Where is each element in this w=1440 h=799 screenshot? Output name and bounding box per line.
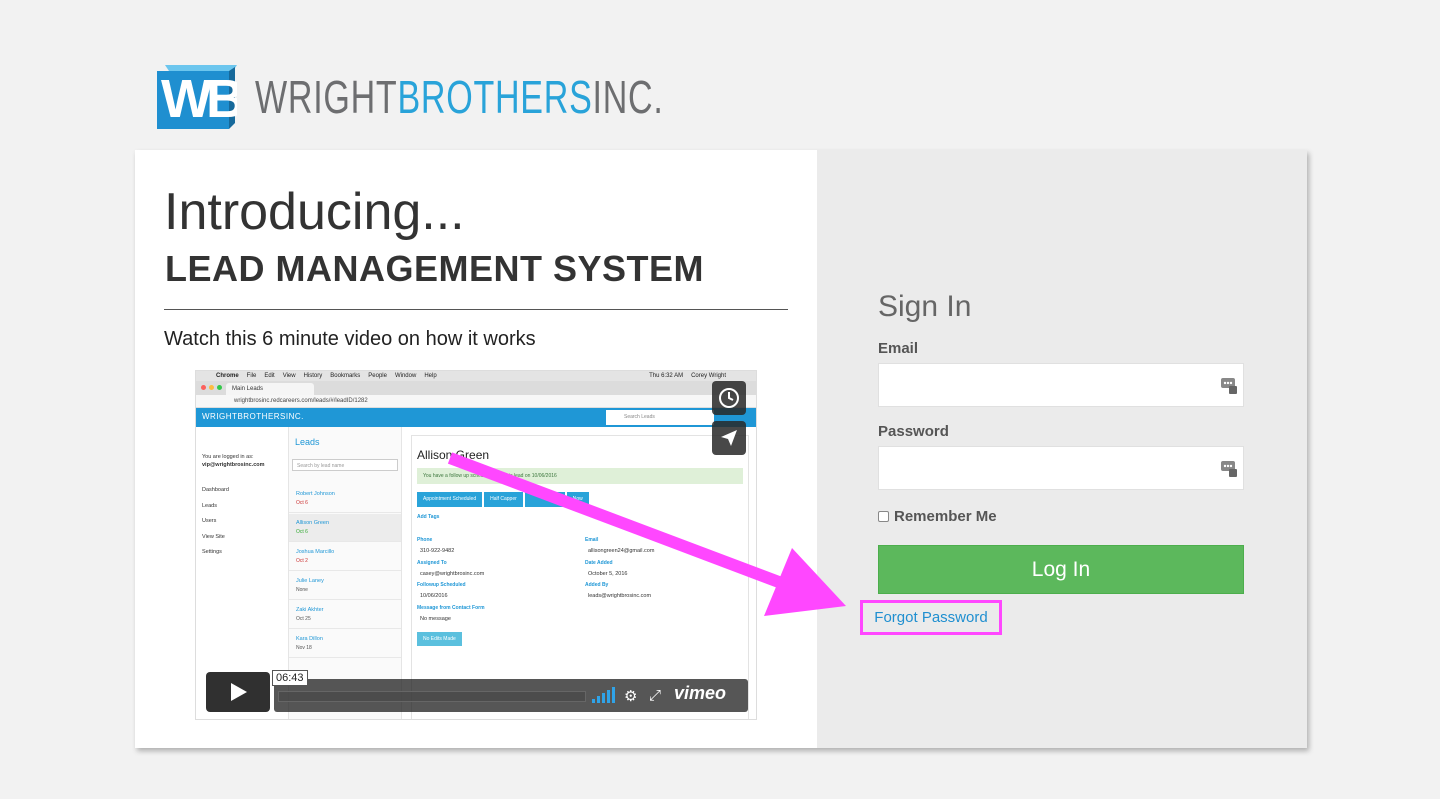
add-tags: Add Tags xyxy=(417,514,440,520)
mac-menu-item: Bookmarks xyxy=(330,373,361,379)
side-nav-item: Dashboard xyxy=(202,487,229,493)
video-caption: Watch this 6 minute video on how it work… xyxy=(164,328,536,350)
mac-menu-item: Edit xyxy=(264,373,275,379)
field-value: casey@wrightbrosinc.com xyxy=(420,571,485,577)
forgot-password-link[interactable]: Forgot Password xyxy=(860,600,1002,635)
browser-tab: Main Leads xyxy=(226,383,314,395)
mac-menu-bar: Chrome File Edit View History Bookmarks … xyxy=(196,371,756,381)
password-manager-icon[interactable] xyxy=(1220,377,1238,395)
browser-tab-bar: Main Leads xyxy=(196,381,756,395)
remember-checkbox[interactable] xyxy=(878,511,889,522)
side-nav-item: Users xyxy=(202,518,217,524)
tag: Now xyxy=(566,492,589,507)
lead-item: Allison Green Oct 6 xyxy=(289,514,401,542)
watch-later-icon[interactable] xyxy=(712,381,746,415)
lead-item: Robert Johnson Oct 6 xyxy=(289,485,401,513)
app-header: WRIGHTBROTHERSINC. Search Leads xyxy=(196,408,756,427)
play-button[interactable] xyxy=(206,672,270,712)
lead-tags: Appointment Scheduled Half Capper Now xyxy=(417,492,589,507)
svg-text:WB: WB xyxy=(161,69,237,129)
field-value: 10/06/2016 xyxy=(420,593,448,599)
field-value: allisongreen24@gmail.com xyxy=(588,548,655,554)
settings-gear-icon[interactable]: ⚙ xyxy=(624,687,637,705)
remember-label: Remember Me xyxy=(894,508,997,525)
control-bar: ⚙ ⤢ vimeo xyxy=(274,679,748,712)
mac-menu-item: History xyxy=(303,373,323,379)
leads-title: Leads xyxy=(295,437,320,447)
mac-menu-item: File xyxy=(246,373,257,379)
mac-menu-item: Chrome xyxy=(216,373,239,379)
divider xyxy=(164,309,788,310)
lead-item: Joshua Marcillo Oct 2 xyxy=(289,543,401,571)
side-nav-item: View Site xyxy=(202,534,225,540)
volume-icon[interactable] xyxy=(592,687,615,703)
field-label: Date Added xyxy=(585,560,613,566)
field-label: Assigned To xyxy=(417,560,447,566)
field-label: Followup Scheduled xyxy=(417,582,466,588)
video-controls: ⚙ ⤢ vimeo 06:43 xyxy=(206,670,748,712)
mac-user: Corey Wright xyxy=(691,373,726,379)
field-label: Phone xyxy=(417,537,433,543)
intro-panel: Introducing... LEAD MANAGEMENT SYSTEM Wa… xyxy=(135,150,817,748)
app-brand: WRIGHTBROTHERSINC. xyxy=(202,412,304,421)
side-nav-item: Leads xyxy=(202,503,217,509)
mac-menu-item: View xyxy=(282,373,296,379)
mac-clock: Thu 6:32 AM xyxy=(649,373,684,379)
field-label: Added By xyxy=(585,582,609,588)
login-button[interactable]: Log In xyxy=(878,545,1244,594)
field-value: October 5, 2016 xyxy=(588,571,628,577)
browser-address-bar: wrightbrosinc.redcareers.com/leads/#/lea… xyxy=(196,395,756,408)
app-search: Search Leads xyxy=(606,410,714,425)
timecode: 06:43 xyxy=(272,670,308,686)
tag xyxy=(524,492,565,507)
logo-wordmark: WRIGHTBROTHERSINC. xyxy=(255,71,664,123)
email-label: Email xyxy=(878,340,919,357)
signin-panel: Sign In Email Password Remember Me Log I… xyxy=(817,150,1307,748)
password-field[interactable] xyxy=(878,446,1244,490)
side-nav-item: Settings xyxy=(202,549,222,555)
share-icon[interactable] xyxy=(712,421,746,455)
mac-menu-item: People xyxy=(368,373,387,379)
lead-item: Julie Laney None xyxy=(289,572,401,600)
vimeo-logo[interactable]: vimeo xyxy=(674,683,726,704)
edits-button: No Edits Made xyxy=(417,632,462,646)
mac-menu-item: Help xyxy=(424,373,437,379)
field-value: leads@wrightbrosinc.com xyxy=(588,593,652,599)
mac-menu-item: Window xyxy=(394,373,417,379)
logged-in-info: You are logged in as: vip@wrightbrosinc.… xyxy=(202,454,265,468)
password-label: Password xyxy=(878,423,949,440)
lead-item: Kara Dillon Nov 18 xyxy=(289,630,401,658)
fullscreen-icon[interactable]: ⤢ xyxy=(649,687,661,704)
followup-alert: You have a follow up scheduled with this… xyxy=(417,468,743,484)
intro-heading: Introducing... xyxy=(164,183,465,241)
lead-item: Zaki Akhter Oct 25 xyxy=(289,601,401,629)
company-logo: WB WRIGHTBROTHERSINC. xyxy=(155,62,807,132)
main-card: Introducing... LEAD MANAGEMENT SYSTEM Wa… xyxy=(135,150,1307,748)
lead-name: Allison Green xyxy=(417,448,490,462)
tag: Appointment Scheduled xyxy=(417,492,483,507)
field-value: No message xyxy=(420,616,451,622)
leads-search: Search by lead name xyxy=(292,459,398,471)
video-player[interactable]: Chrome File Edit View History Bookmarks … xyxy=(195,370,757,720)
remember-me[interactable]: Remember Me xyxy=(878,508,997,525)
tag: Half Capper xyxy=(484,492,523,507)
field-label: Email xyxy=(585,537,599,543)
signin-title: Sign In xyxy=(878,290,972,323)
wb-logo-icon: WB xyxy=(157,65,237,129)
play-icon xyxy=(231,683,247,701)
password-manager-icon[interactable] xyxy=(1220,460,1238,478)
field-label: Message from Contact Form xyxy=(417,605,485,611)
progress-bar[interactable] xyxy=(278,691,586,702)
email-field[interactable] xyxy=(878,363,1244,407)
product-title: LEAD MANAGEMENT SYSTEM xyxy=(165,248,705,289)
field-value: 310-922-9482 xyxy=(420,548,455,554)
